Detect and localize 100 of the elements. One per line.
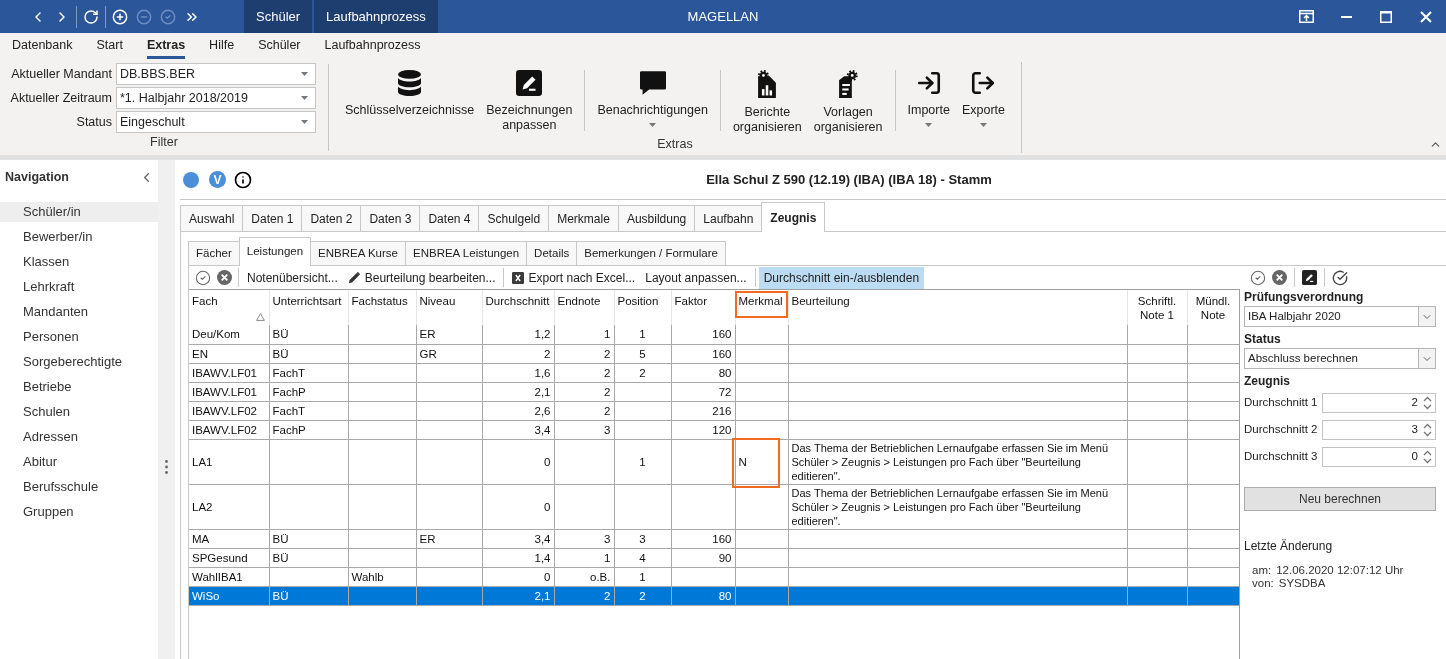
tab[interactable]: Details [526,241,578,265]
table-cell: BÜ [269,325,348,344]
ribbon-button[interactable]: Importe [901,66,956,135]
ribbon-tab[interactable]: Schüler [246,33,313,60]
info-value: SYSDBA [1278,577,1326,590]
tab[interactable]: Daten 1 [242,205,303,231]
table-cell: ER [416,529,482,548]
table-cell: 2 [554,382,614,401]
column-header[interactable]: Merkmal [735,290,788,325]
tab[interactable]: Schulgeld [478,205,550,231]
panel-title: Navigation [5,168,69,186]
ribbon-tab[interactable]: Extras [134,33,198,60]
check-circle-icon[interactable] [195,269,211,286]
check-circle-icon[interactable] [1250,269,1266,286]
section-title: Zeugnis [1244,373,1291,389]
ribbon-tab[interactable]: Laufbahnprozess [312,33,433,60]
info-icon[interactable] [234,170,252,189]
column-header[interactable]: Durchschnitt [482,290,554,325]
field-label: Durchschnitt 1 [1244,395,1319,411]
table-cell: 1,6 [482,363,554,382]
dropdown-field[interactable]: Abschluss berechnen [1244,348,1436,369]
table-row[interactable]: Deu/Kom BÜ ER 1,2 1 1 160 [189,325,1239,344]
ribbon-button[interactable]: Exporte [955,66,1011,135]
dropdown-field[interactable]: Eingeschult [116,111,316,133]
speech-bubble-icon [639,70,666,96]
maximize-icon[interactable] [1380,10,1392,23]
tab[interactable]: Laufbahn [694,205,763,231]
tab[interactable]: ENBREA Leistungen [405,241,528,265]
table-cell: 3,4 [482,420,554,439]
column-header[interactable]: Beurteilung [788,290,1127,325]
tab[interactable]: Auswahl [180,205,244,231]
grip-icon[interactable] [165,460,168,474]
toolbar-button[interactable]: Beurteilung bearbeiten... [342,266,501,289]
toolbar-button[interactable]: Durchschnitt ein-/ausblenden [758,266,925,289]
table-cell: BÜ [269,548,348,567]
ribbon-tab[interactable]: Hilfe [197,33,247,60]
column-header[interactable]: Fachstatus [348,290,416,325]
column-header[interactable]: Fach [189,290,269,325]
minimize-icon[interactable] [1340,15,1352,18]
ribbon-button[interactable]: Berichte organisieren [726,66,808,135]
tab[interactable]: Bemerkungen / Formulare [576,241,726,265]
recalculate-button[interactable]: Neu berechnen [1244,487,1436,511]
x-square-icon [512,271,525,284]
plus-circle-icon[interactable] [112,8,128,25]
ribbon-button[interactable]: Benachrichtigungen [591,66,714,135]
tab[interactable]: Daten 2 [301,205,362,231]
document-chart-gear-icon [756,70,779,98]
refresh-icon[interactable] [83,8,99,25]
tab[interactable]: Daten 4 [419,205,480,231]
tab[interactable]: Zeugnis [761,202,826,232]
table-cell: 2,6 [482,401,554,420]
column-header[interactable]: Niveau [416,290,482,325]
column-header[interactable]: Endnote [554,290,614,325]
ribbon-button[interactable]: Schlüsselverzeichnisse [339,66,481,135]
context-tab[interactable]: Laufbahnprozess [314,0,438,33]
table-cell: 216 [671,401,735,420]
ribbon-tab[interactable]: Start [84,33,135,60]
number-field[interactable]: 2 [1322,393,1436,413]
table-row[interactable]: LA2 0 Das Thema der Betrieblichen Lernaufgabe erfassen Sie im Menü Schüler > Zeugnis > Leistungen pro Fach über "Beurteilung editieren". [189,484,1239,529]
number-field[interactable]: 3 [1322,420,1436,440]
column-header[interactable]: Position [614,290,671,325]
section-title: Letzte Änderung [1244,538,1334,554]
dropdown-field[interactable]: *1. Halbjahr 2018/2019 [116,87,316,109]
check-arc-icon[interactable] [1332,269,1348,286]
table-cell: WahlIBA1 [189,567,269,586]
ribbon-button[interactable]: Vorlagen organisieren [807,66,889,135]
spin-arrows-icon[interactable] [1423,396,1432,410]
table-cell: 80 [671,363,735,382]
nav-item[interactable]: Schüler/in [0,202,158,222]
tab[interactable]: Merkmale [548,205,619,231]
box-arrow-up-icon[interactable] [1298,10,1314,23]
column-header[interactable]: Schriftl. Note 1 [1127,290,1187,325]
tab[interactable]: Daten 3 [360,205,421,231]
toolbar-button[interactable]: Notenübersicht... [242,266,343,289]
spin-arrows-icon[interactable] [1423,423,1432,437]
cancel-icon[interactable] [1272,270,1287,285]
cancel-icon[interactable] [217,270,232,285]
number-field[interactable]: 0 [1322,447,1436,467]
ribbon-button[interactable]: Bezeichnungen anpassen [480,66,579,135]
context-tab[interactable]: Schüler [244,0,313,33]
table-cell: BÜ [269,586,348,605]
table-cell: N [738,455,747,468]
ribbon-tab[interactable]: Datenbank [0,33,85,60]
table-cell: GR [416,344,482,363]
tab[interactable]: Ausbildung [617,205,696,231]
toolbar-button[interactable]: Layout anpassen... [640,266,752,289]
dropdown-field[interactable]: IBA Halbjahr 2020 [1244,306,1436,327]
edit-icon[interactable] [1302,270,1317,285]
dropdown-field[interactable]: DB.BBS.BER [116,63,316,85]
spin-arrows-icon[interactable] [1423,450,1432,464]
column-header[interactable]: Unterrichtsart [269,290,348,325]
close-icon[interactable] [1420,10,1432,23]
tab[interactable]: Fächer [188,241,240,265]
table-cell: 120 [671,420,735,439]
table-cell: FachT [269,401,348,420]
tab[interactable]: Leistungen [238,237,312,266]
column-header[interactable]: Faktor [671,290,735,325]
tab[interactable]: ENBREA Kurse [310,241,406,265]
table-cell: 2 [554,586,614,605]
toolbar-button[interactable]: Export nach Excel... [507,266,641,289]
